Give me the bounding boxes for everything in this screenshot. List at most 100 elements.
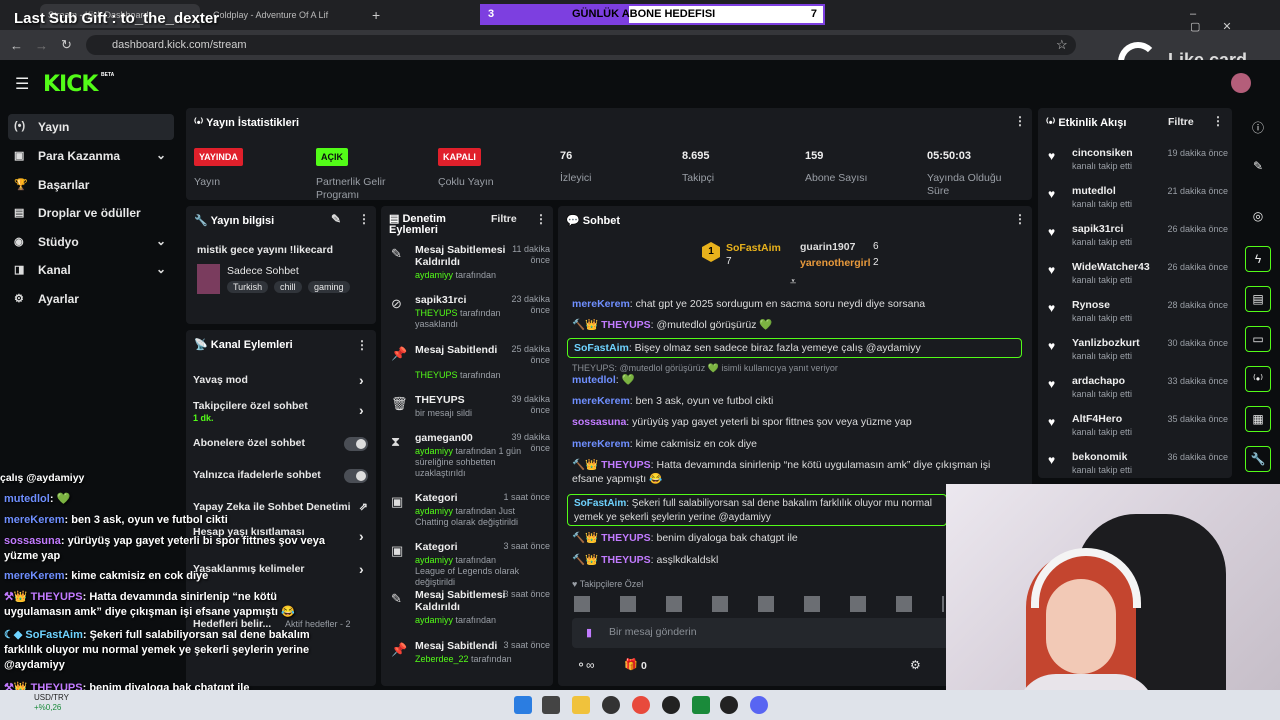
edit-icon[interactable]: ✎ (331, 212, 341, 226)
gifter-count: 2 (873, 257, 879, 268)
new-tab-icon[interactable]: + (372, 7, 380, 23)
status-badge: YAYINDA (194, 148, 243, 166)
stat-value: 159 (805, 150, 824, 162)
unpin-icon: ✎ (391, 591, 402, 606)
tab-coldplay[interactable]: Coldplay - Adventure Of A Lif (205, 4, 355, 28)
broadcast-icon: 📡 (194, 339, 211, 351)
forward-icon[interactable]: → (35, 38, 48, 53)
info-icon[interactable]: ⓘ (1245, 114, 1271, 140)
heart-icon: ♥ (1048, 301, 1056, 315)
chevron-down-icon: ⌄ (155, 262, 166, 276)
sidebar-item-ayarlar[interactable]: ⚙ Ayarlar (8, 286, 174, 312)
chat-bubble-icon[interactable]: ▭ (1245, 326, 1271, 352)
currency-ticker: USD/TRY +%0,26 (34, 693, 69, 712)
wrench-icon[interactable]: 🔧 (1245, 446, 1271, 472)
task-view-icon[interactable] (542, 696, 560, 714)
moderation-filter-button[interactable]: Filtre (491, 213, 517, 225)
chat-message: mereKerem: ben 3 ask, oyun ve futbol cik… (572, 395, 774, 407)
chat-icon: 💬 (566, 215, 583, 227)
lightning-icon[interactable]: ϟ (1245, 246, 1271, 272)
subscribers-only-toggle[interactable] (344, 437, 368, 451)
reload-icon[interactable]: ↻ (61, 37, 72, 53)
wrench-icon: 🔧 (194, 215, 211, 227)
document-icon[interactable]: ▤ (1245, 286, 1271, 312)
stream-info-menu-icon[interactable]: ⋮ (358, 212, 370, 226)
activity-item: ♥ ardachapo 33 dakika önce kanalı takip ett… (1048, 375, 1228, 399)
sidebar-item-droplar[interactable]: ▤ Droplar ve ödüller (8, 200, 174, 226)
followers-only-label: ♥ Takipçilere Özel (572, 579, 644, 589)
user-avatar[interactable] (1231, 73, 1251, 93)
sidebar-item-studyo[interactable]: ◉ Stüdyo ⌄ (8, 229, 174, 255)
chrome-icon[interactable] (632, 696, 650, 714)
chat-input[interactable]: ▮ Bir mesaj gönderin (572, 618, 952, 648)
window-controls[interactable]: –▢✕ (1190, 8, 1280, 33)
discord-icon[interactable] (750, 696, 768, 714)
emote-link-icon[interactable]: ⚬∞ (576, 658, 595, 672)
external-link-icon: ⇗ (359, 501, 368, 513)
file-explorer-icon[interactable] (572, 696, 590, 714)
sidebar-item-yayin[interactable]: (•) Yayın (8, 114, 174, 140)
gifter-name[interactable]: guarin1907 (800, 241, 855, 253)
stream-info-panel: 🔧 Yayın bilgisi ✎ ⋮ mistik gece yayını !… (186, 206, 376, 324)
chevron-down-icon: ⌄ (155, 234, 166, 248)
heart-icon: ♥ (1048, 339, 1056, 353)
tag-gaming: gaming (308, 281, 350, 293)
channel-actions-menu-icon[interactable]: ⋮ (356, 338, 368, 352)
chevron-right-icon: › (359, 561, 364, 577)
mod-item: ▣ Kategori 1 saat önce aydamiyy tarafından … (391, 492, 550, 527)
camera-icon[interactable]: ◎ (1245, 204, 1271, 230)
pencil-icon[interactable]: ✎ (1245, 154, 1271, 180)
overlay-chat-line: sossasuna: yürüyüş yap gayet yeterli bi … (4, 535, 325, 562)
app-icon[interactable] (602, 696, 620, 714)
category-icon: ▣ (391, 543, 404, 558)
bookmark-star-icon[interactable]: ☆ (1056, 37, 1068, 53)
layout-icon[interactable]: ▦ (1245, 406, 1271, 432)
chat-menu-icon[interactable]: ⋮ (1014, 212, 1026, 226)
sidebar-item-para-kazanma[interactable]: ▣ Para Kazanma ⌄ (8, 143, 174, 169)
points-icon[interactable]: 🎁 (624, 658, 638, 671)
emotes-only-toggle[interactable] (344, 469, 368, 483)
pinned-chat-message: SoFastAim: Şekeri full salabiliyorsan sa… (567, 494, 947, 526)
kick-logo[interactable]: KICK (43, 72, 98, 97)
tag-chill: chill (274, 281, 302, 293)
hamburger-menu-icon[interactable]: ☰ (15, 74, 29, 94)
broadcast-icon: (•) (14, 120, 26, 132)
heart-icon: ♥ (572, 579, 580, 589)
top-gifter-1: 1 SoFastAim 7 (702, 242, 792, 270)
g-app-icon-2[interactable] (720, 696, 738, 714)
overlay-chat-line: ☾◆ SoFastAim: Şekeri full salabiliyorsan… (4, 629, 310, 671)
stats-menu-icon[interactable]: ⋮ (1014, 114, 1026, 128)
signal-icon: ⁽•⁾ (194, 117, 207, 129)
moderation-menu-icon[interactable]: ⋮ (535, 212, 547, 226)
action-followers-only[interactable]: Takipçilere özel sohbet 1 dk. › (193, 400, 371, 424)
expand-gifters-icon[interactable]: ⩡ (790, 276, 796, 289)
chat-message: mereKerem: chat gpt ye 2025 sordugum en … (572, 298, 926, 310)
gifter-name[interactable]: yarenothergirl (800, 257, 871, 269)
gifter-name[interactable]: SoFastAim (726, 242, 781, 254)
heart-icon: ♥ (1048, 149, 1056, 163)
hourglass-icon: ⧗ (391, 434, 401, 449)
windows-start-icon[interactable] (514, 696, 532, 714)
green-app-icon[interactable] (692, 696, 710, 714)
sidebar-item-kanal[interactable]: ◨ Kanal ⌄ (8, 257, 174, 283)
category-name[interactable]: Sadece Sohbet (227, 265, 299, 277)
sub-goal-bar: 3 GÜNLÜK ABONE HEDEFISI 7 (480, 4, 825, 25)
mod-item: ✎ Mesaj Sabitlemesi Kaldırıldı 11 dakika ö… (391, 244, 550, 280)
action-slow-mode[interactable]: Yavaş mod › (193, 372, 371, 388)
chat-settings-icon[interactable]: ⚙ (910, 658, 921, 672)
category-icon: ▣ (391, 494, 404, 509)
activity-item: ♥ Rynose 28 dakika önce kanalı takip etti (1048, 299, 1228, 323)
stat-takipci: 8.695 Takipçi (682, 138, 800, 198)
activity-icon: ⁽•⁾ (1046, 117, 1059, 129)
tag-turkish: Turkish (227, 281, 269, 293)
back-icon[interactable]: ← (10, 38, 23, 53)
activity-filter-button[interactable]: Filtre (1168, 116, 1194, 128)
stat-label: Yayın (194, 176, 221, 188)
sidebar-item-label: Stüdyo (38, 235, 79, 249)
address-bar[interactable]: dashboard.kick.com/stream (86, 35, 1076, 55)
g-app-icon[interactable] (662, 696, 680, 714)
activity-menu-icon[interactable]: ⋮ (1212, 114, 1224, 128)
stat-value: 8.695 (682, 150, 710, 162)
sidebar-item-basarilar[interactable]: 🏆 Başarılar (8, 172, 174, 198)
broadcast-icon[interactable]: ⁽•⁾ (1245, 366, 1271, 392)
